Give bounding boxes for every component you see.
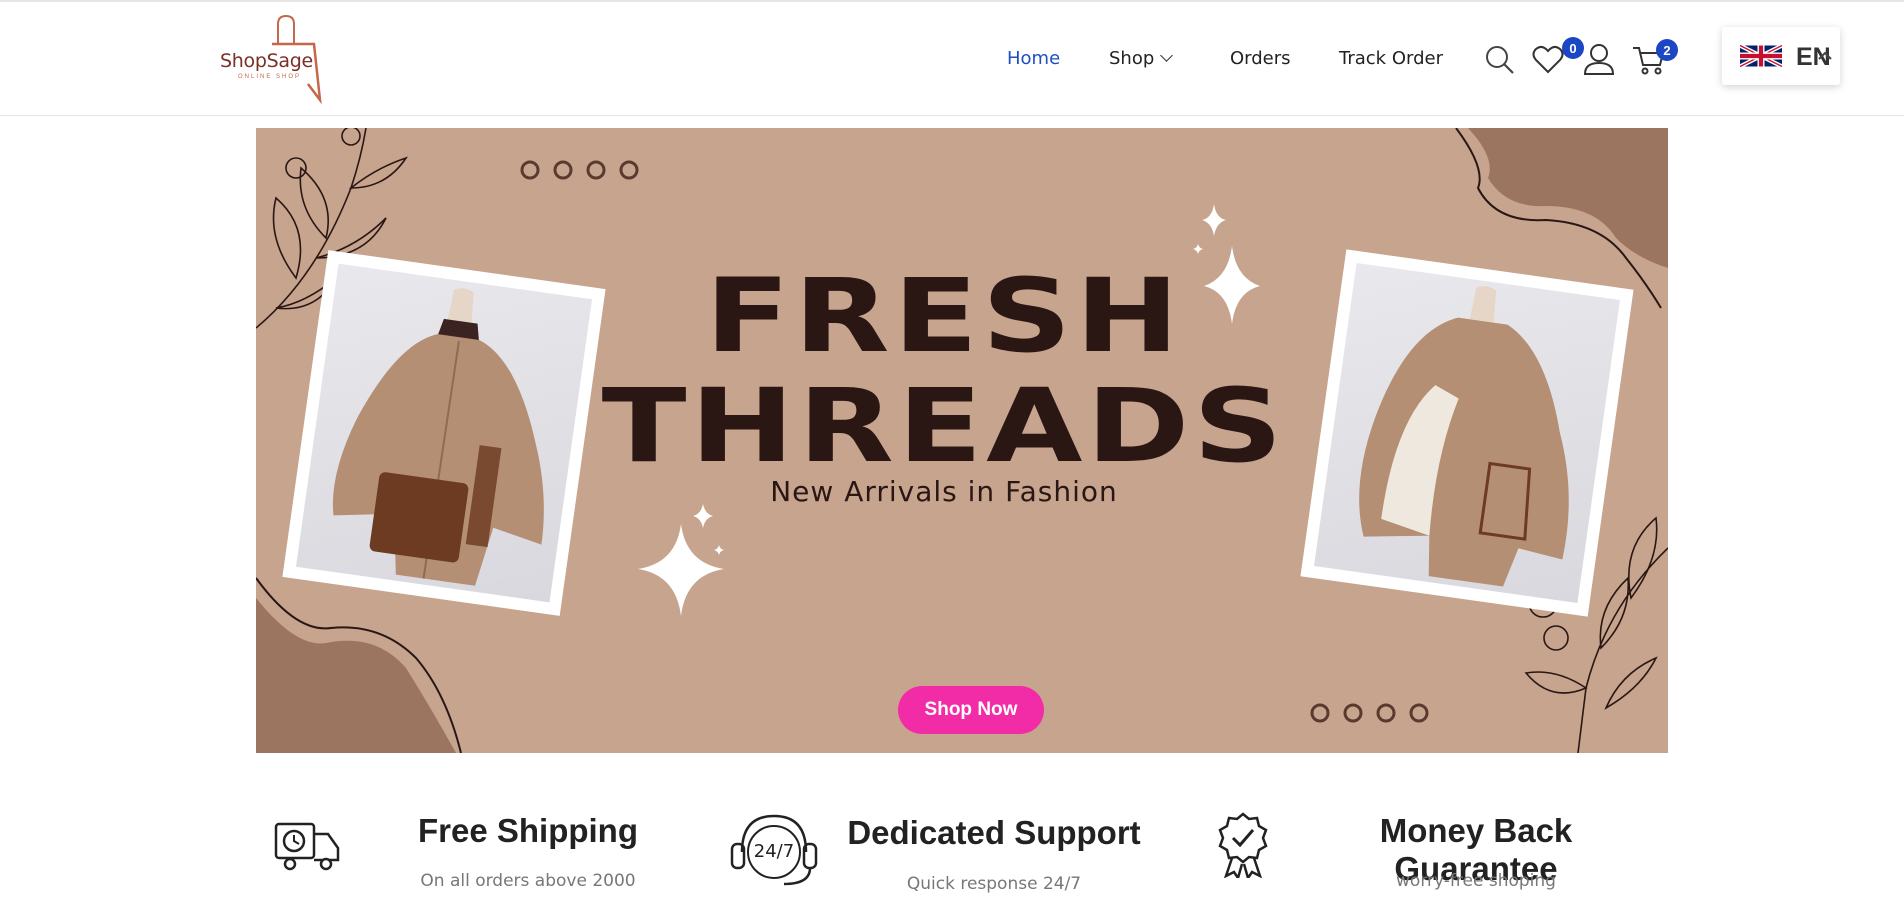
- dots-decoration-top: [520, 160, 639, 180]
- heart-icon: [1532, 45, 1564, 74]
- delivery-truck-icon: [274, 822, 340, 871]
- language-selector[interactable]: EN: [1722, 27, 1840, 85]
- search-icon[interactable]: [1484, 44, 1516, 76]
- feature-subtitle-money-back: worry-free shoping: [1396, 871, 1556, 891]
- logo-text: ShopSage: [220, 50, 313, 72]
- banner-tagline: New Arrivals in Fashion: [770, 475, 1118, 508]
- chevron-up-icon: [1818, 51, 1832, 60]
- feature-title-dedicated-support: Dedicated Support: [847, 814, 1141, 851]
- uk-flag-icon: [1740, 43, 1782, 69]
- user-icon[interactable]: [1582, 42, 1616, 76]
- banner-headline-line1: FRESH: [705, 257, 1183, 376]
- logo-subtitle: ONLINE SHOP: [238, 74, 302, 80]
- support-icon-text: 24/7: [753, 841, 795, 862]
- shopsage-logo[interactable]: ShopSage ONLINE SHOP: [216, 14, 331, 104]
- banner-headline-line2: THREADS: [601, 367, 1287, 486]
- cart-count-badge: 2: [1656, 39, 1678, 61]
- nav-home[interactable]: Home: [1007, 48, 1060, 69]
- cart-button[interactable]: 2: [1632, 39, 1678, 80]
- hero-banner: FRESH THREADS New Arrivals in Fashion Sh…: [256, 128, 1668, 753]
- nav-shop[interactable]: Shop: [1109, 48, 1174, 69]
- nav-shop-label: Shop: [1109, 48, 1155, 69]
- feature-title-free-shipping: Free Shipping: [417, 812, 638, 849]
- shop-now-button[interactable]: Shop Now: [898, 686, 1044, 734]
- feature-subtitle-dedicated-support: Quick response 24/7: [906, 874, 1082, 894]
- chevron-down-icon: [1160, 49, 1174, 62]
- support-headset-icon: 24/7: [728, 808, 820, 888]
- guarantee-badge-icon: [1218, 812, 1268, 878]
- wishlist-count-badge: 0: [1562, 37, 1584, 59]
- site-header: ShopSage ONLINE SHOP Home Shop Orders Tr…: [0, 0, 1904, 116]
- feature-subtitle-free-shipping: On all orders above 2000: [420, 871, 636, 891]
- nav-orders[interactable]: Orders: [1230, 48, 1291, 69]
- dots-decoration-bottom: [1310, 703, 1429, 723]
- wishlist-button[interactable]: 0: [1532, 37, 1584, 78]
- nav-track-order[interactable]: Track Order: [1339, 48, 1443, 69]
